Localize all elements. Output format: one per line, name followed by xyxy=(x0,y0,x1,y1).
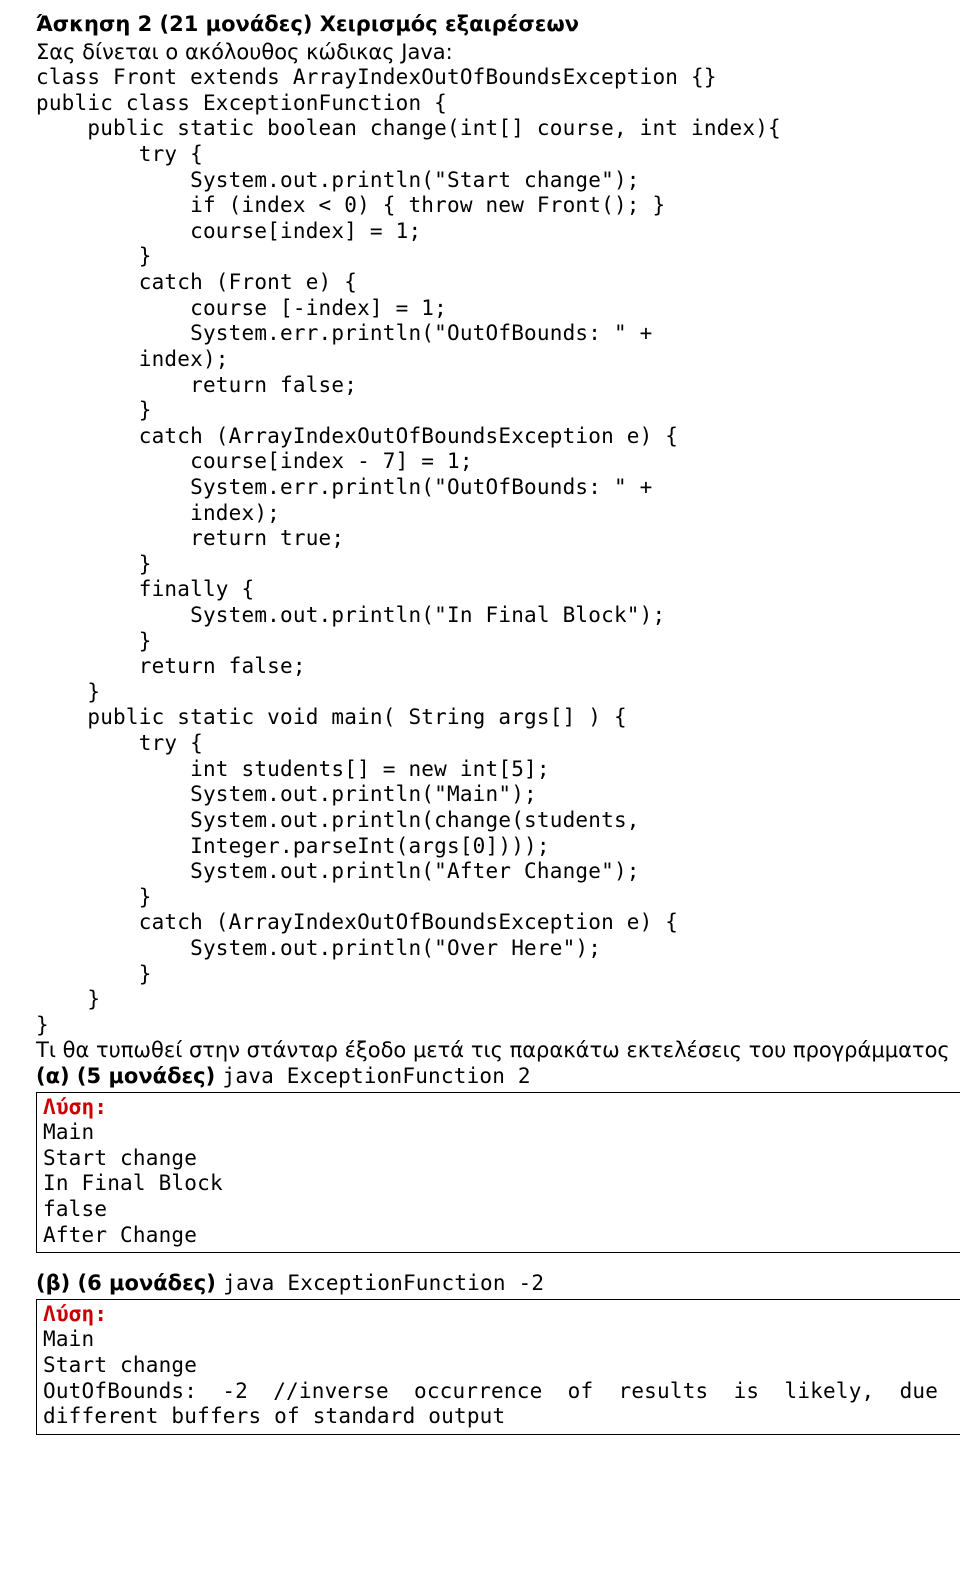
code-line: if (index < 0) { throw new Front(); } xyxy=(36,193,665,217)
output-line: OutOfBounds: -2 //inverse occurrence of … xyxy=(43,1379,960,1430)
code-line: System.err.println("OutOfBounds: " + xyxy=(36,321,652,345)
code-line: return false; xyxy=(36,654,306,678)
code-line: course [-index] = 1; xyxy=(36,296,447,320)
java-code-block: class Front extends ArrayIndexOutOfBound… xyxy=(36,65,960,1038)
code-line: } xyxy=(36,1013,49,1037)
code-line: System.err.println("OutOfBounds: " + xyxy=(36,475,652,499)
output-line: Main xyxy=(43,1327,960,1353)
solution-label: Λύση: xyxy=(43,1095,107,1119)
code-line: finally { xyxy=(36,577,254,601)
code-line: } xyxy=(36,629,152,653)
output-line: In Final Block xyxy=(43,1171,960,1197)
code-line: class Front extends ArrayIndexOutOfBound… xyxy=(36,65,717,89)
part-a-command: java ExceptionFunction 2 xyxy=(223,1064,531,1088)
code-line: System.out.println("After Change"); xyxy=(36,859,640,883)
code-line: } xyxy=(36,962,152,986)
code-line: System.out.println("In Final Block"); xyxy=(36,603,665,627)
code-line: } xyxy=(36,552,152,576)
code-line: course[index] = 1; xyxy=(36,219,421,243)
question-intro: Τι θα τυπωθεί στην στάνταρ έξοδο μετά τι… xyxy=(36,1038,960,1064)
output-line: Start change xyxy=(43,1146,960,1172)
code-line: try { xyxy=(36,142,203,166)
output-line: After Change xyxy=(43,1223,960,1249)
exercise-title: Άσκηση 2 (21 μονάδες) Χειρισμός εξαιρέσε… xyxy=(36,12,579,36)
code-line: index); xyxy=(36,347,229,371)
code-line: index); xyxy=(36,501,280,525)
solution-label: Λύση: xyxy=(43,1302,107,1326)
code-line: System.out.println("Main"); xyxy=(36,782,537,806)
code-line: catch (ArrayIndexOutOfBoundsException e)… xyxy=(36,910,678,934)
part-a-solution-box: Λύση: Main Start change In Final Block f… xyxy=(36,1092,960,1254)
code-line: Integer.parseInt(args[0]))); xyxy=(36,834,550,858)
part-b-label: (β) (6 μονάδες) java ExceptionFunction -… xyxy=(36,1271,960,1297)
output-line: false xyxy=(43,1197,960,1223)
code-line: System.out.println("Over Here"); xyxy=(36,936,601,960)
output-line: Start change xyxy=(43,1353,960,1379)
code-line: public static boolean change(int[] cours… xyxy=(36,116,781,140)
output-line: Main xyxy=(43,1120,960,1146)
code-line: course[index - 7] = 1; xyxy=(36,449,473,473)
code-line: catch (Front e) { xyxy=(36,270,357,294)
code-line: } xyxy=(36,680,100,704)
code-line: System.out.println(change(students, xyxy=(36,808,640,832)
part-b-command: java ExceptionFunction -2 xyxy=(223,1271,544,1295)
code-line: } xyxy=(36,398,152,422)
code-line: return false; xyxy=(36,373,357,397)
code-line: } xyxy=(36,987,100,1011)
code-line: int students[] = new int[5]; xyxy=(36,757,550,781)
code-line: public static void main( String args[] )… xyxy=(36,705,627,729)
part-a-prefix: (α) (5 μονάδες) xyxy=(36,1064,223,1088)
code-line: public class ExceptionFunction { xyxy=(36,91,447,115)
part-a-label: (α) (5 μονάδες) java ExceptionFunction 2 xyxy=(36,1064,960,1090)
intro-line: Σας δίνεται ο ακόλουθος κώδικας Java: xyxy=(36,40,960,66)
part-b-solution-box: Λύση: Main Start change OutOfBounds: -2 … xyxy=(36,1299,960,1435)
code-line: } xyxy=(36,244,152,268)
code-line: } xyxy=(36,885,152,909)
code-line: return true; xyxy=(36,526,344,550)
code-line: catch (ArrayIndexOutOfBoundsException e)… xyxy=(36,424,678,448)
part-b-prefix: (β) (6 μονάδες) xyxy=(36,1271,223,1295)
code-line: try { xyxy=(36,731,203,755)
code-line: System.out.println("Start change"); xyxy=(36,168,640,192)
